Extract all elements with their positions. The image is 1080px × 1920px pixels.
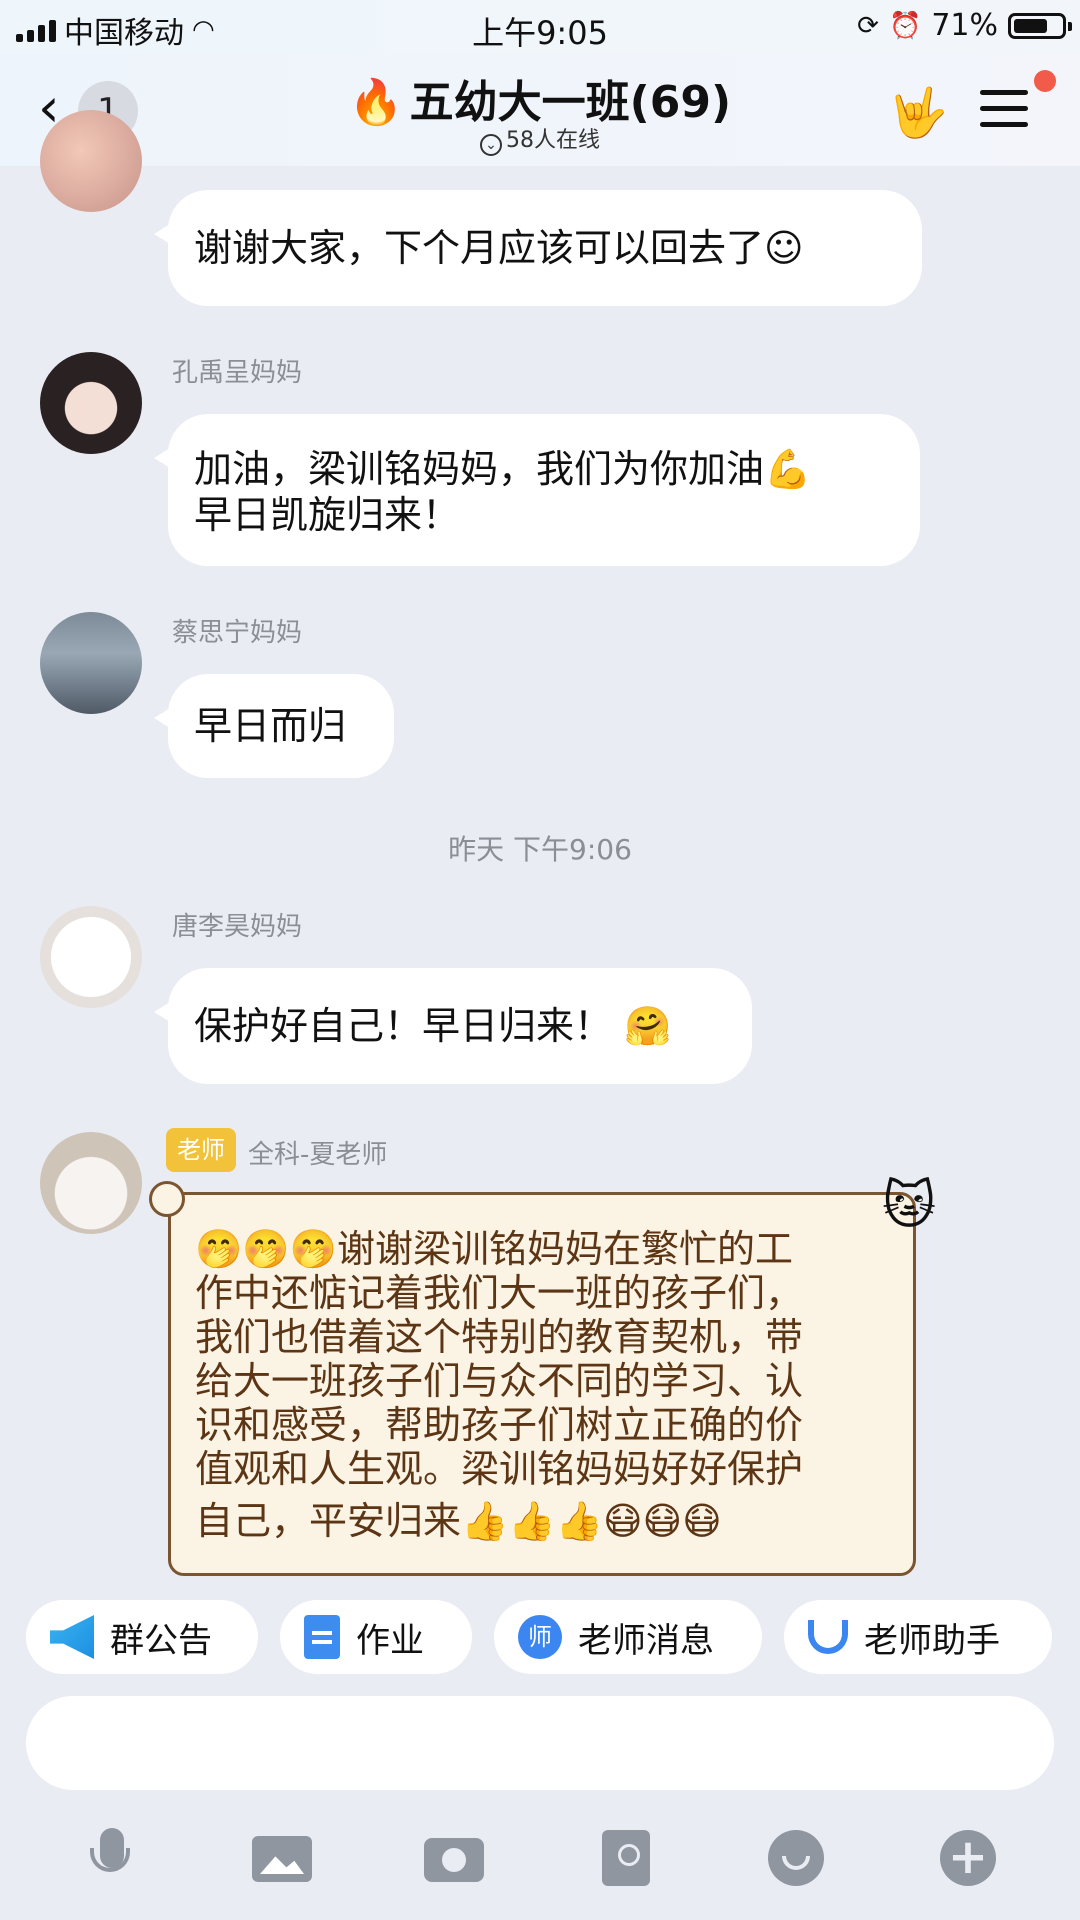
status-right: ⟳ ⏰ 71% — [857, 8, 1072, 43]
quick-action-label: 群公告 — [110, 1620, 212, 1661]
quick-action-label: 老师助手 — [864, 1620, 1000, 1661]
red-packet-icon[interactable] — [596, 1828, 656, 1888]
teacher-messages-button[interactable]: 师 老师消息 — [494, 1600, 762, 1674]
menu-icon[interactable] — [980, 90, 1028, 138]
message-text: 加油，梁训铭妈妈，我们为你加油💪 — [194, 447, 812, 491]
teacher-icon: 师 — [518, 1615, 562, 1659]
avatar[interactable] — [40, 110, 142, 212]
battery-percent: 71% — [931, 8, 998, 43]
message-text: 早日而归 — [194, 704, 347, 748]
document-icon — [304, 1615, 340, 1659]
quick-action-bar: 群公告 作业 师 老师消息 老师助手 — [0, 1580, 1080, 1700]
flame-icon: 🔥 — [348, 77, 404, 128]
message-text: 谢谢大家，下个月应该可以回去了☺ — [194, 226, 804, 270]
message-text: 保护好自己！早日归来！ 🤗 — [194, 1004, 672, 1048]
message-input[interactable] — [26, 1696, 1054, 1790]
message-text-line: 作中还惦记着我们大一班的孩子们， — [195, 1271, 804, 1315]
message-bubble[interactable]: 谢谢大家，下个月应该可以回去了☺ — [154, 190, 922, 306]
avatar[interactable] — [40, 352, 142, 454]
plus-icon[interactable]: + — [938, 1828, 998, 1888]
teacher-badge: 老师 — [166, 1128, 236, 1172]
timestamp: 昨天 下午9:06 — [448, 833, 632, 866]
avatar[interactable] — [40, 612, 142, 714]
lucky-cat-icon: 🐱 — [882, 1176, 937, 1236]
microphone-icon[interactable] — [82, 1828, 142, 1888]
rotation-lock-icon: ⟳ — [857, 10, 879, 41]
teacher-assistant-button[interactable]: 老师助手 — [784, 1600, 1052, 1674]
message-bubble-scroll[interactable]: 🤭🤭🤭谢谢梁训铭妈妈在繁忙的工 作中还惦记着我们大一班的孩子们， 我们也借着这个… — [149, 1181, 916, 1576]
chat-header: ‹ 1 🔥 五幼大一班(69) ⌄ 58人在线 🤟 — [0, 54, 1080, 166]
online-count: 58人在线 — [506, 128, 600, 153]
quick-action-label: 作业 — [356, 1620, 424, 1661]
message-bubble[interactable]: 早日而归 — [154, 674, 394, 778]
announcement-button[interactable]: 群公告 — [26, 1600, 258, 1674]
battery-icon — [1008, 12, 1072, 39]
chevron-down-icon: ⌄ — [480, 134, 502, 156]
message-text-line: 给大一班孩子们与众不同的学习、认 — [195, 1359, 804, 1403]
message-text-line: 自己，平安归来👍👍👍😷😷😷 — [195, 1499, 722, 1543]
alarm-icon: ⏰ — [888, 10, 922, 41]
quick-action-label: 老师消息 — [578, 1620, 714, 1661]
status-bar: 中国移动 ◠ 上午9:05 ⟳ ⏰ 71% — [0, 0, 1080, 54]
message-bubble[interactable]: 保护好自己！早日归来！ 🤗 — [154, 968, 752, 1084]
message-text-line: 识和感受，帮助孩子们树立正确的价 — [195, 1403, 804, 1447]
sender-name[interactable]: 唐李昊妈妈 — [172, 906, 302, 943]
chat-title-text: 五幼大一班(69) — [409, 77, 732, 128]
avatar[interactable] — [40, 1132, 142, 1234]
camera-icon[interactable] — [424, 1828, 484, 1888]
message-text-line: 🤭🤭🤭谢谢梁训铭妈妈在繁忙的工 — [195, 1227, 793, 1271]
notification-dot — [1034, 70, 1056, 92]
avatar[interactable] — [40, 906, 142, 1008]
homework-button[interactable]: 作业 — [280, 1600, 472, 1674]
sender-name[interactable]: 全科-夏老师 — [248, 1134, 387, 1171]
megaphone-icon — [50, 1615, 94, 1659]
emoji-icon[interactable] — [766, 1828, 826, 1888]
message-bubble[interactable]: 加油，梁训铭妈妈，我们为你加油💪 早日凯旋归来！ — [154, 414, 920, 566]
message-text-line: 值观和人生观。梁训铭妈妈好好保护 — [195, 1447, 804, 1491]
message-text: 早日凯旋归来！ — [194, 493, 461, 537]
sender-name[interactable]: 蔡思宁妈妈 — [172, 612, 302, 649]
image-icon[interactable] — [252, 1828, 312, 1888]
rock-hand-icon[interactable]: 🤟 — [888, 84, 948, 141]
sender-name[interactable]: 孔禹呈妈妈 — [172, 352, 302, 389]
input-toolbar: + — [0, 1810, 1080, 1920]
assistant-icon — [808, 1620, 848, 1654]
message-text-line: 我们也借着这个特别的教育契机，带 — [195, 1315, 804, 1359]
